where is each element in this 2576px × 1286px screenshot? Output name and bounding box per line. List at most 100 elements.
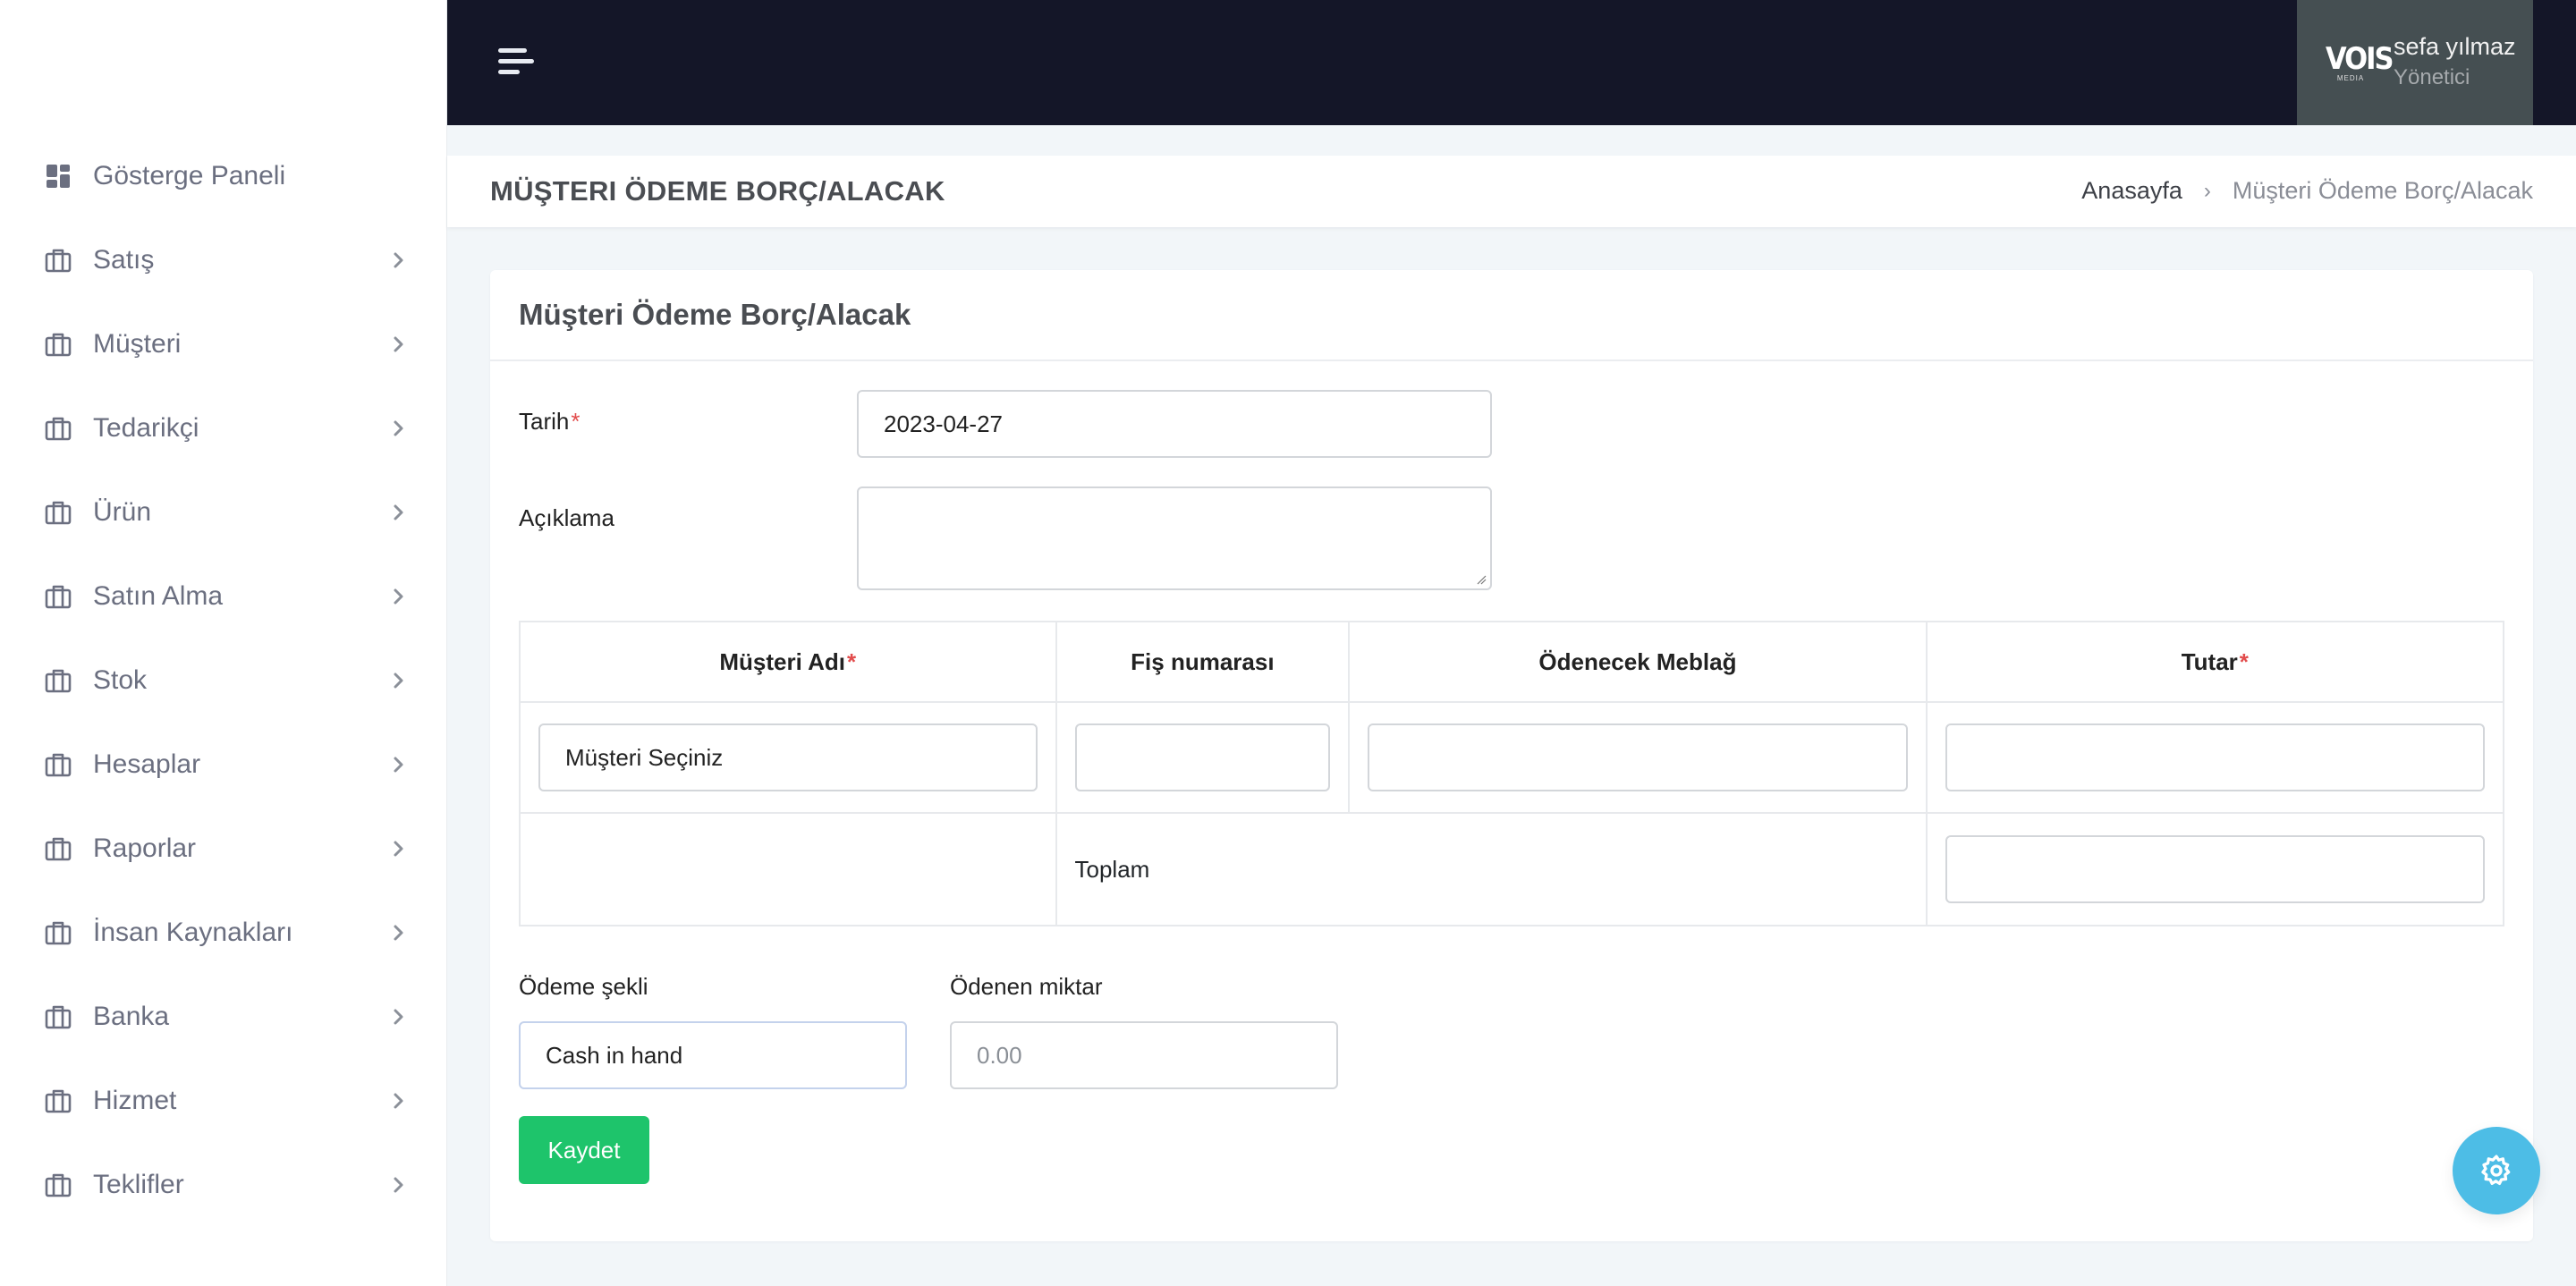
briefcase-icon bbox=[45, 247, 72, 274]
chevron-right-icon bbox=[390, 840, 408, 858]
chevron-right-icon bbox=[390, 1008, 408, 1026]
card-header: Müşteri Ödeme Borç/Alacak bbox=[490, 270, 2533, 361]
description-textarea[interactable] bbox=[857, 486, 1492, 590]
save-button[interactable]: Kaydet bbox=[519, 1116, 649, 1184]
total-value-cell bbox=[1925, 812, 2505, 926]
customer-select[interactable]: Müşteri Seçiniz bbox=[538, 723, 1038, 791]
top-navbar: VOIS MEDIA sefa yılmaz Yönetici bbox=[447, 0, 2576, 125]
header-label: Ödenecek Meblağ bbox=[1538, 647, 1737, 675]
date-label: Tarih* bbox=[519, 390, 857, 458]
briefcase-icon bbox=[45, 751, 72, 778]
user-info: sefa yılmaz Yönetici bbox=[2394, 31, 2516, 94]
sidebar-item-tedarikci[interactable]: Tedarikçi bbox=[0, 386, 447, 470]
customer-cell: Müşteri Seçiniz bbox=[519, 701, 1057, 814]
user-role: Yönetici bbox=[2394, 65, 2470, 89]
settings-icon bbox=[2481, 1155, 2511, 1185]
briefcase-icon bbox=[45, 919, 72, 946]
breadcrumb-current: Müşteri Ödeme Borç/Alacak bbox=[2232, 177, 2533, 204]
chevron-right-icon bbox=[390, 1092, 408, 1110]
sidebar-item-stok[interactable]: Stok bbox=[0, 639, 447, 723]
date-label-text: Tarih bbox=[519, 408, 570, 435]
sidebar-item-satin-alma[interactable]: Satın Alma bbox=[0, 554, 447, 639]
chevron-right-icon bbox=[390, 335, 408, 353]
card-title: Müşteri Ödeme Borç/Alacak bbox=[519, 298, 911, 331]
chevron-right-icon bbox=[390, 1176, 408, 1194]
briefcase-icon bbox=[45, 583, 72, 610]
briefcase-icon bbox=[45, 499, 72, 526]
sidebar-item-label: Stok bbox=[93, 665, 148, 695]
breadcrumb-separator-icon: › bbox=[2203, 178, 2211, 203]
briefcase-icon bbox=[45, 667, 72, 694]
sidebar-item-label: Tedarikçi bbox=[93, 413, 199, 443]
briefcase-icon bbox=[45, 1087, 72, 1114]
dashboard-icon bbox=[45, 163, 72, 190]
payment-items-table: Müşteri Adı* Fiş numarası Ödenecek Mebla… bbox=[519, 621, 2505, 926]
resize-handle-icon[interactable] bbox=[1476, 574, 1487, 585]
user-profile-menu[interactable]: VOIS MEDIA sefa yılmaz Yönetici bbox=[2297, 0, 2533, 125]
briefcase-icon bbox=[45, 835, 72, 862]
total-empty-cell bbox=[519, 812, 1057, 926]
column-header-customer: Müşteri Adı* bbox=[519, 621, 1057, 703]
sidebar-item-raporlar[interactable]: Raporlar bbox=[0, 807, 447, 891]
amount-due-input[interactable] bbox=[1368, 723, 1908, 791]
chevron-right-icon bbox=[390, 924, 408, 942]
sidebar-item-label: Hesaplar bbox=[93, 749, 201, 779]
sidebar-item-hizmet[interactable]: Hizmet bbox=[0, 1059, 447, 1143]
chevron-right-icon bbox=[390, 503, 408, 521]
paid-amount-input[interactable]: 0.00 bbox=[950, 1021, 1338, 1089]
briefcase-icon bbox=[45, 331, 72, 358]
column-header-amount-due: Ödenecek Meblağ bbox=[1348, 621, 1928, 703]
company-logo: VOIS MEDIA bbox=[2326, 44, 2394, 82]
sidebar-item-label: Raporlar bbox=[93, 833, 197, 863]
payment-form-card: Müşteri Ödeme Borç/Alacak Tarih* 2023-04… bbox=[490, 270, 2533, 1241]
sidebar: Gösterge Paneli Satış Müşteri Tedarikçi Ürün… bbox=[0, 0, 447, 1286]
sidebar-item-label: Gösterge Paneli bbox=[93, 161, 286, 190]
paid-amount-placeholder: 0.00 bbox=[977, 1041, 1022, 1069]
header-label: Tutar bbox=[2181, 647, 2238, 675]
sidebar-item-label: Hizmet bbox=[93, 1086, 177, 1115]
table-header-row: Müşteri Adı* Fiş numarası Ödenecek Mebla… bbox=[519, 621, 2505, 703]
paid-amount-label: Ödenen miktar bbox=[950, 973, 1103, 1000]
date-input[interactable]: 2023-04-27 bbox=[857, 390, 1492, 458]
sidebar-item-label: Ürün bbox=[93, 497, 152, 527]
hamburger-icon[interactable] bbox=[498, 48, 536, 77]
description-label: Açıklama bbox=[519, 504, 614, 531]
sidebar-item-insan-kaynaklari[interactable]: İnsan Kaynakları bbox=[0, 891, 447, 975]
table-row: Müşteri Seçiniz bbox=[519, 701, 2505, 814]
payment-method-label: Ödeme şekli bbox=[519, 973, 648, 1000]
column-header-receipt-no: Fiş numarası bbox=[1055, 621, 1351, 703]
column-header-amount: Tutar* bbox=[1925, 621, 2505, 703]
user-name: sefa yılmaz bbox=[2394, 33, 2516, 60]
required-mark: * bbox=[571, 408, 580, 435]
sidebar-item-label: Satış bbox=[93, 245, 155, 275]
chevron-right-icon bbox=[390, 756, 408, 774]
sidebar-item-label: İnsan Kaynakları bbox=[93, 918, 293, 947]
chevron-right-icon bbox=[390, 251, 408, 269]
sidebar-item-satis[interactable]: Satış bbox=[0, 218, 447, 302]
amount-input[interactable] bbox=[1945, 723, 2485, 791]
sidebar-item-banka[interactable]: Banka bbox=[0, 975, 447, 1059]
page-header: MÜŞTERI ÖDEME BORÇ/ALACAK Anasayfa › Müş… bbox=[447, 156, 2576, 227]
sidebar-item-urun[interactable]: Ürün bbox=[0, 470, 447, 554]
payment-method-select[interactable]: Cash in hand bbox=[519, 1021, 907, 1089]
amount-cell bbox=[1925, 701, 2505, 814]
total-label: Toplam bbox=[1055, 812, 1928, 926]
description-row: Açıklama bbox=[519, 486, 1492, 590]
breadcrumb-home-link[interactable]: Anasayfa bbox=[2081, 177, 2182, 205]
receipt-no-input[interactable] bbox=[1074, 723, 1331, 791]
sidebar-item-label: Satın Alma bbox=[93, 581, 224, 611]
sidebar-menu: Gösterge Paneli Satış Müşteri Tedarikçi Ürün… bbox=[0, 134, 447, 1227]
sidebar-item-label: Teklifler bbox=[93, 1170, 184, 1199]
briefcase-icon bbox=[45, 1003, 72, 1030]
header-label: Fiş numarası bbox=[1131, 647, 1275, 675]
total-input[interactable] bbox=[1945, 835, 2485, 903]
sidebar-item-gosterge-paneli[interactable]: Gösterge Paneli bbox=[0, 134, 447, 218]
settings-button[interactable] bbox=[2453, 1127, 2540, 1214]
sidebar-item-musteri[interactable]: Müşteri bbox=[0, 302, 447, 386]
sidebar-item-hesaplar[interactable]: Hesaplar bbox=[0, 723, 447, 807]
sidebar-item-teklifler[interactable]: Teklifler bbox=[0, 1143, 447, 1227]
briefcase-icon bbox=[45, 415, 72, 442]
receipt-no-cell bbox=[1055, 701, 1351, 814]
breadcrumb: Anasayfa › Müşteri Ödeme Borç/Alacak bbox=[2081, 177, 2533, 205]
date-row: Tarih* 2023-04-27 bbox=[519, 390, 1492, 458]
